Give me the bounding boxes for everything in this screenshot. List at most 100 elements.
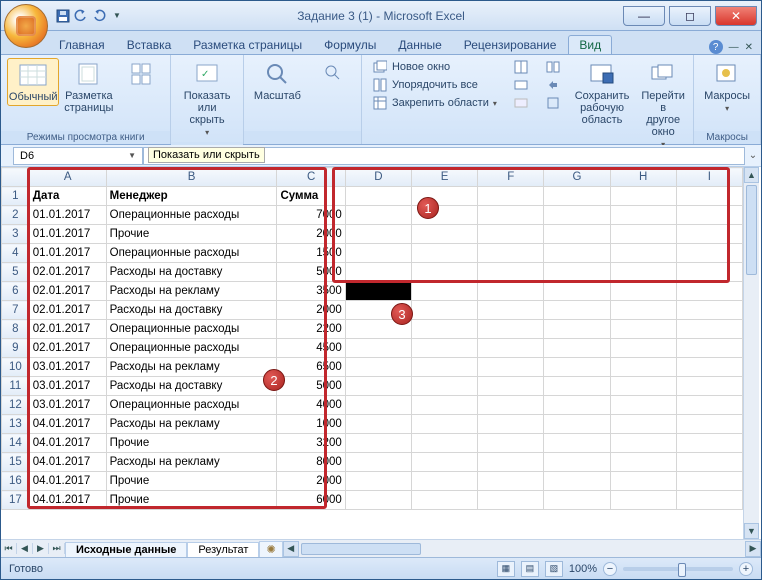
table-row[interactable]: 902.01.2017Операционные расходы4500 <box>2 339 743 358</box>
cell[interactable] <box>411 453 477 472</box>
cell[interactable]: 02.01.2017 <box>29 301 106 320</box>
cell[interactable] <box>544 187 610 206</box>
inner-close-icon[interactable]: ✕ <box>745 42 753 53</box>
cell[interactable] <box>411 339 477 358</box>
tab-insert[interactable]: Вставка <box>117 36 182 54</box>
cell[interactable] <box>478 453 544 472</box>
cell[interactable]: Операционные расходы <box>106 320 277 339</box>
cell[interactable]: 01.01.2017 <box>29 244 106 263</box>
cell[interactable]: 2200 <box>277 320 345 339</box>
cell[interactable] <box>610 453 676 472</box>
cell[interactable] <box>676 396 742 415</box>
formula-bar-expand-icon[interactable]: ⌄ <box>745 150 761 161</box>
cell[interactable] <box>676 263 742 282</box>
cell[interactable] <box>610 206 676 225</box>
sheet-tab-result[interactable]: Результат <box>187 542 259 557</box>
cell[interactable] <box>478 206 544 225</box>
zoom-extra-button[interactable] <box>309 58 355 90</box>
cell[interactable] <box>411 225 477 244</box>
row-header[interactable]: 11 <box>2 377 30 396</box>
cell[interactable]: Сумма <box>277 187 345 206</box>
cell[interactable] <box>610 282 676 301</box>
cell[interactable] <box>676 320 742 339</box>
zoom-button[interactable]: Масштаб <box>250 58 305 104</box>
macros-button[interactable]: Макросы <box>700 58 754 115</box>
arrange-all-button[interactable]: Упорядочить все <box>368 76 501 94</box>
cell[interactable] <box>544 225 610 244</box>
cell[interactable] <box>544 358 610 377</box>
cell[interactable] <box>478 358 544 377</box>
formula-bar[interactable]: Показать или скрыть <box>143 147 745 165</box>
cell[interactable] <box>610 263 676 282</box>
help-icon[interactable]: ? <box>709 40 723 54</box>
cell[interactable]: Прочие <box>106 491 277 510</box>
cell[interactable] <box>610 358 676 377</box>
scroll-left-icon[interactable]: ◀ <box>283 541 299 557</box>
table-row[interactable]: 301.01.2017Прочие2000 <box>2 225 743 244</box>
cell[interactable] <box>345 339 411 358</box>
cell[interactable] <box>610 225 676 244</box>
table-row[interactable]: 702.01.2017Расходы на доставку2000 <box>2 301 743 320</box>
cell[interactable] <box>411 282 477 301</box>
cell[interactable]: Прочие <box>106 472 277 491</box>
tab-review[interactable]: Рецензирование <box>454 36 567 54</box>
view-normal-status-icon[interactable]: ▦ <box>497 561 515 577</box>
redo-icon[interactable] <box>91 8 107 24</box>
table-row[interactable]: 1504.01.2017Расходы на рекламу8000 <box>2 453 743 472</box>
cell[interactable]: 1000 <box>277 415 345 434</box>
cell[interactable]: 04.01.2017 <box>29 453 106 472</box>
minimize-button[interactable]: — <box>623 6 665 26</box>
cell[interactable] <box>676 415 742 434</box>
cell[interactable]: 01.01.2017 <box>29 225 106 244</box>
cell[interactable]: 2000 <box>277 225 345 244</box>
cell[interactable] <box>478 282 544 301</box>
name-box[interactable]: D6 ▼ <box>13 147 143 165</box>
cell[interactable]: 04.01.2017 <box>29 415 106 434</box>
table-row[interactable]: 201.01.2017Операционные расходы7000 <box>2 206 743 225</box>
cell[interactable] <box>345 206 411 225</box>
row-header[interactable]: 17 <box>2 491 30 510</box>
col-header-A[interactable]: A <box>29 168 106 187</box>
cell[interactable] <box>610 339 676 358</box>
cell[interactable] <box>345 187 411 206</box>
zoom-slider[interactable] <box>623 567 733 571</box>
cell[interactable]: 03.01.2017 <box>29 396 106 415</box>
hscroll-thumb[interactable] <box>301 543 421 555</box>
cell[interactable]: 8000 <box>277 453 345 472</box>
cell[interactable] <box>676 339 742 358</box>
cell[interactable] <box>610 491 676 510</box>
save-icon[interactable] <box>55 8 71 24</box>
cell[interactable] <box>478 339 544 358</box>
table-row[interactable]: 502.01.2017Расходы на доставку5000 <box>2 263 743 282</box>
view-page-status-icon[interactable]: ▤ <box>521 561 539 577</box>
tab-formulas[interactable]: Формулы <box>314 36 386 54</box>
cell[interactable] <box>411 415 477 434</box>
cell[interactable] <box>345 396 411 415</box>
cell[interactable]: Менеджер <box>106 187 277 206</box>
cell[interactable]: 6000 <box>277 491 345 510</box>
cell[interactable] <box>610 434 676 453</box>
last-sheet-icon[interactable]: ⏭ <box>49 543 65 554</box>
row-header[interactable]: 12 <box>2 396 30 415</box>
cell[interactable] <box>478 320 544 339</box>
cell[interactable]: Прочие <box>106 225 277 244</box>
cell[interactable] <box>411 377 477 396</box>
cell[interactable]: 3200 <box>277 434 345 453</box>
cell[interactable] <box>544 491 610 510</box>
cell[interactable] <box>411 434 477 453</box>
new-sheet-button[interactable]: ✺ <box>259 541 282 557</box>
vscroll-thumb[interactable] <box>746 185 757 275</box>
table-row[interactable]: 602.01.2017Расходы на рекламу3500 <box>2 282 743 301</box>
cell[interactable]: Расходы на рекламу <box>106 358 277 377</box>
cell[interactable] <box>345 453 411 472</box>
cell[interactable]: 04.01.2017 <box>29 472 106 491</box>
cell[interactable]: 02.01.2017 <box>29 263 106 282</box>
cell[interactable] <box>345 244 411 263</box>
view-normal-button[interactable]: Обычный <box>7 58 59 106</box>
table-row[interactable]: 401.01.2017Операционные расходы1500 <box>2 244 743 263</box>
cell[interactable] <box>610 301 676 320</box>
cell[interactable]: 04.01.2017 <box>29 434 106 453</box>
cell[interactable] <box>676 225 742 244</box>
undo-icon[interactable] <box>73 8 89 24</box>
cell[interactable]: 2000 <box>277 301 345 320</box>
